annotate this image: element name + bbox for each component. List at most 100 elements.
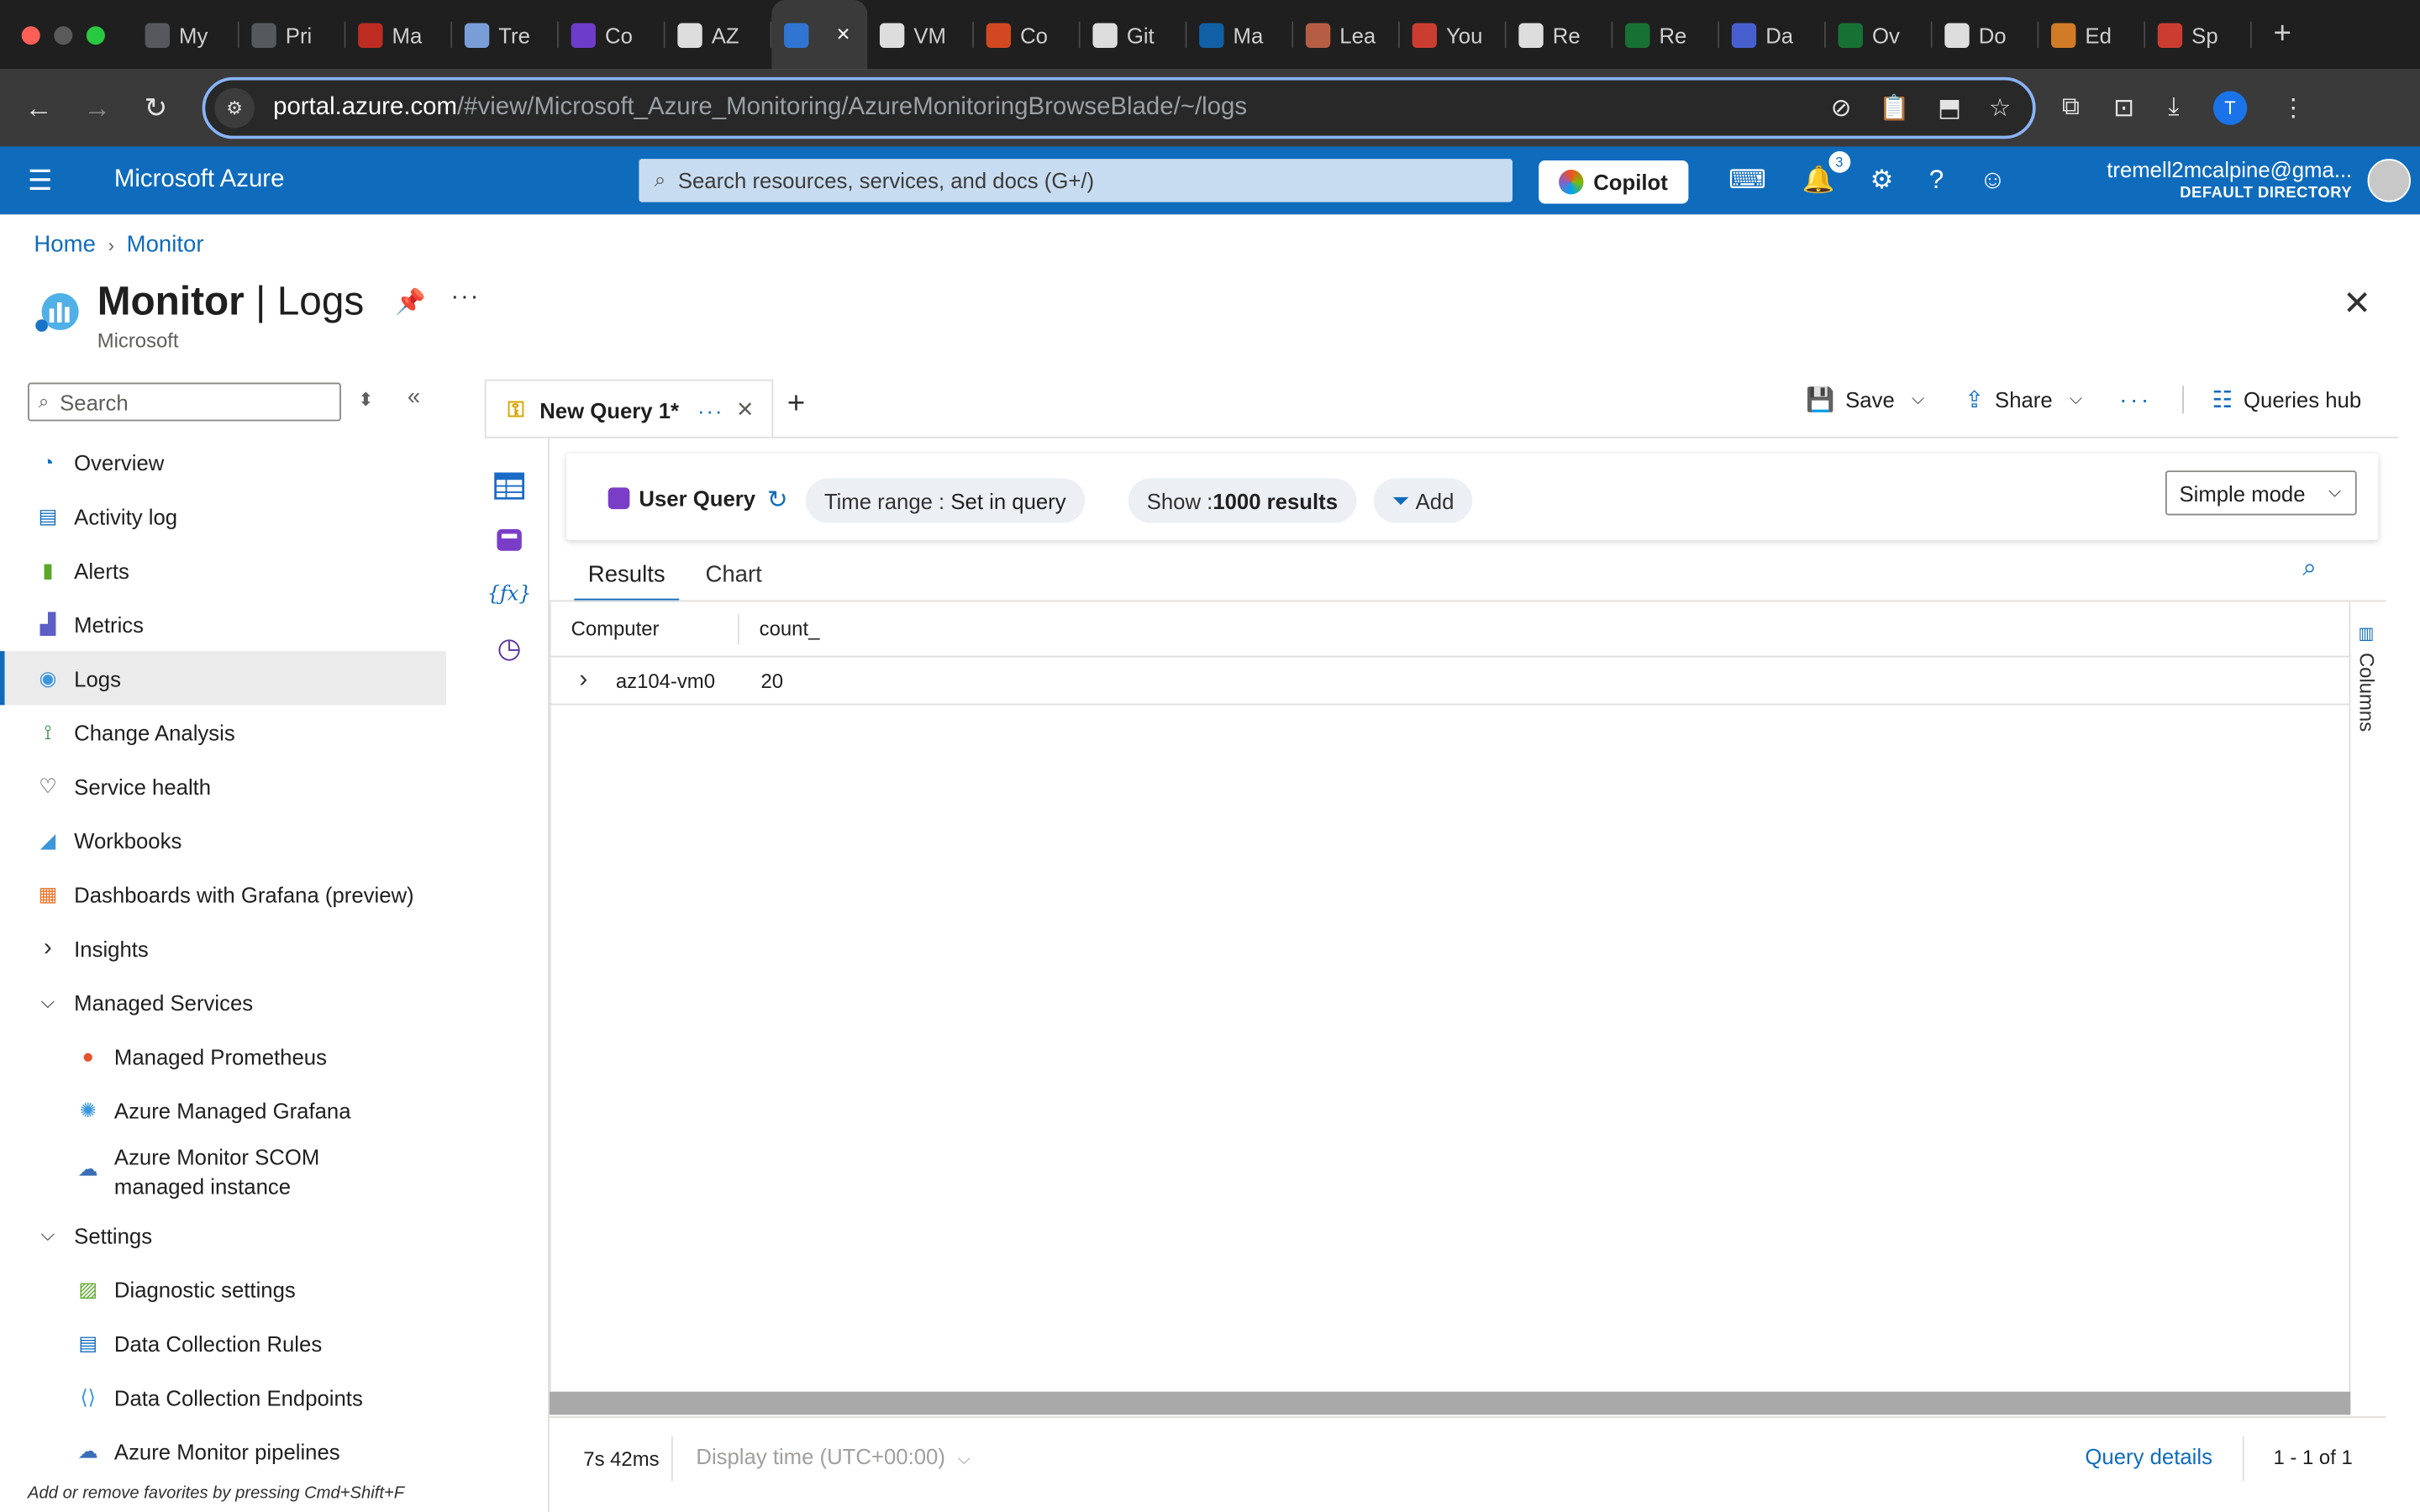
add-query-tab-button[interactable]: + [787, 387, 805, 423]
user-query[interactable]: User Query [608, 486, 755, 511]
forward-icon[interactable]: → [68, 92, 127, 124]
browser-tab[interactable]: Git [1081, 0, 1187, 70]
expand-row-icon[interactable]: › [551, 666, 616, 694]
sidebar-item-azure-managed-grafana[interactable]: ✺ Azure Managed Grafana [0, 1083, 446, 1137]
close-window-button[interactable] [21, 25, 40, 45]
address-url[interactable]: portal.azure.com/#view/Microsoft_Azure_M… [273, 94, 1247, 122]
browser-tab[interactable]: Co [559, 0, 666, 70]
more-options-icon[interactable]: ··· [450, 284, 480, 312]
share-button[interactable]: ⇪ Share ⌵ [1965, 386, 2082, 413]
mode-select[interactable]: Simple mode ⌵ [2165, 470, 2357, 516]
queries-icon[interactable] [492, 523, 526, 557]
display-time-dropdown[interactable]: Display time (UTC+00:00) ⌵ [696, 1444, 971, 1470]
column-header[interactable]: Computer [551, 613, 739, 644]
breadcrumb-home[interactable]: Home [34, 232, 95, 258]
browser-tab[interactable]: Tre [452, 0, 559, 70]
refresh-icon[interactable]: ↻ [767, 485, 788, 516]
sidebar-item-metrics[interactable]: ▟ Metrics [0, 597, 446, 651]
profile-avatar[interactable]: T [2212, 91, 2248, 125]
column-header[interactable]: count_ [739, 617, 820, 641]
sidebar-item-workbooks[interactable]: ◢ Workbooks [0, 813, 446, 867]
sidebar-item-azure-monitor-scom-managed-instance[interactable]: ☁ Azure Monitor SCOM managed instance [0, 1137, 446, 1208]
nav-group-insights[interactable]: › Insights [0, 921, 446, 975]
azure-search-input[interactable]: ⌕ Search resources, services, and docs (… [639, 159, 1513, 202]
account-avatar[interactable] [2367, 159, 2411, 202]
browser-tab[interactable]: AZ [666, 0, 772, 70]
columns-panel-toggle[interactable]: ▥ Columns [2350, 601, 2386, 1416]
browser-tab[interactable]: Co [974, 0, 1081, 70]
notifications-bell-icon[interactable]: 🔔 3 [1802, 151, 1850, 197]
sidebar-item-service-health[interactable]: ♡ Service health [0, 759, 446, 813]
more-actions-button[interactable]: ··· [2119, 386, 2152, 412]
nav-search-input[interactable]: ⌕ Search [28, 382, 341, 422]
close-query-tab-icon[interactable]: ✕ [736, 396, 755, 423]
sidebar-item-alerts[interactable]: ▮ Alerts [0, 543, 446, 597]
queries-hub-button[interactable]: ☷ Queries hub [2212, 386, 2361, 413]
sidebar-item-dashboards-with-grafana-preview[interactable]: ▦ Dashboards with Grafana (preview) [0, 867, 446, 921]
browser-tab[interactable]: Da [1719, 0, 1826, 70]
tab-chart[interactable]: Chart [692, 553, 776, 602]
table-row[interactable]: › az104-vm0 20 [550, 657, 2349, 706]
install-app-icon[interactable]: ⬒ [1938, 92, 1961, 123]
collapse-nav-icon[interactable]: « [408, 384, 420, 410]
sidebar-item-azure-monitor-pipelines[interactable]: ☁ Azure Monitor pipelines [0, 1424, 446, 1478]
close-blade-icon[interactable]: ✕ [2343, 284, 2371, 324]
show-results-pill[interactable]: Show : 1000 results [1128, 478, 1357, 523]
browser-tab[interactable]: Do [1933, 0, 2039, 70]
site-settings-icon[interactable]: ⚙ [214, 87, 255, 129]
tables-icon[interactable] [492, 469, 526, 502]
browser-tab[interactable]: Lea [1293, 0, 1400, 70]
tab-new-query-1[interactable]: ⚿ New Query 1* ··· ✕ [484, 379, 774, 438]
nav-group-settings[interactable]: ⌵ Settings [0, 1208, 446, 1262]
query-history-icon[interactable]: ◷ [492, 631, 526, 664]
time-range-pill[interactable]: Time range : Set in query [805, 478, 1085, 523]
feedback-icon[interactable]: ☺ [1979, 165, 2006, 197]
tab-search-icon[interactable]: ⊡ [2113, 92, 2134, 123]
sidebar-item-data-collection-rules[interactable]: ▤ Data Collection Rules [0, 1316, 446, 1370]
browser-tab[interactable]: Ov [1826, 0, 1933, 70]
results-search-icon[interactable]: ⌕ [2302, 555, 2316, 583]
downloads-icon[interactable]: ⤓ [2168, 94, 2179, 122]
browser-tab[interactable]: × [771, 0, 868, 70]
browser-tab[interactable]: Pri [239, 0, 346, 70]
reload-icon[interactable]: ↻ [127, 92, 186, 124]
extensions-icon[interactable]: ⧉ [2062, 94, 2080, 122]
clipboard-icon[interactable]: 📋 [1879, 92, 1910, 123]
add-filter-pill[interactable]: ⏷ Add [1373, 478, 1473, 523]
maximize-window-button[interactable] [86, 25, 105, 45]
minimize-window-button[interactable] [54, 25, 73, 45]
tab-results[interactable]: Results [574, 553, 680, 602]
help-icon[interactable]: ? [1929, 165, 1944, 197]
functions-icon[interactable]: {ƒx} [487, 577, 532, 611]
account-info[interactable]: tremell2mcalpine@gma... DEFAULT DIRECTOR… [2107, 157, 2352, 202]
browser-menu-icon[interactable]: ⋮ [2281, 92, 2306, 123]
cloud-shell-icon[interactable]: ⌨ [1728, 165, 1766, 197]
sidebar-item-diagnostic-settings[interactable]: ▨ Diagnostic settings [0, 1262, 446, 1315]
address-bar[interactable]: ⚙ portal.azure.com/#view/Microsoft_Azure… [202, 76, 2036, 139]
sidebar-item-activity-log[interactable]: ▤ Activity log [0, 489, 446, 543]
browser-tab[interactable]: Sp [2145, 0, 2252, 70]
bookmark-star-icon[interactable]: ☆ [1989, 92, 2011, 123]
copilot-button[interactable]: Copilot [1539, 160, 1689, 204]
sidebar-item-logs[interactable]: ◉ Logs [0, 651, 446, 706]
back-icon[interactable]: ← [9, 92, 68, 124]
close-tab-icon[interactable]: × [837, 22, 850, 48]
save-button[interactable]: 💾 Save ⌵ [1806, 386, 1924, 413]
sidebar-item-overview[interactable]: ◔ Overview [0, 435, 446, 489]
settings-gear-icon[interactable]: ⚙ [1870, 165, 1894, 197]
browser-tab[interactable]: You [1400, 0, 1507, 70]
azure-brand[interactable]: Microsoft Azure [114, 166, 285, 194]
browser-tab[interactable]: Ed [2039, 0, 2146, 70]
sidebar-item-managed-prometheus[interactable]: ● Managed Prometheus [0, 1029, 446, 1083]
query-tab-menu-icon[interactable]: ··· [697, 397, 723, 422]
hamburger-menu-icon[interactable]: ☰ [0, 165, 81, 197]
browser-tab[interactable]: Ma [1186, 0, 1294, 70]
eye-slash-icon[interactable]: ⊘ [1831, 92, 1852, 123]
browser-tab[interactable]: My [133, 0, 239, 70]
breadcrumb-monitor[interactable]: Monitor [127, 232, 204, 258]
pin-icon[interactable]: 📌 [395, 287, 426, 318]
browser-tab[interactable]: Re [1507, 0, 1613, 70]
sidebar-item-change-analysis[interactable]: ⟟ Change Analysis [0, 705, 446, 759]
browser-tab[interactable]: VM [867, 0, 974, 70]
nav-group-managed-services[interactable]: ⌵ Managed Services [0, 975, 446, 1029]
